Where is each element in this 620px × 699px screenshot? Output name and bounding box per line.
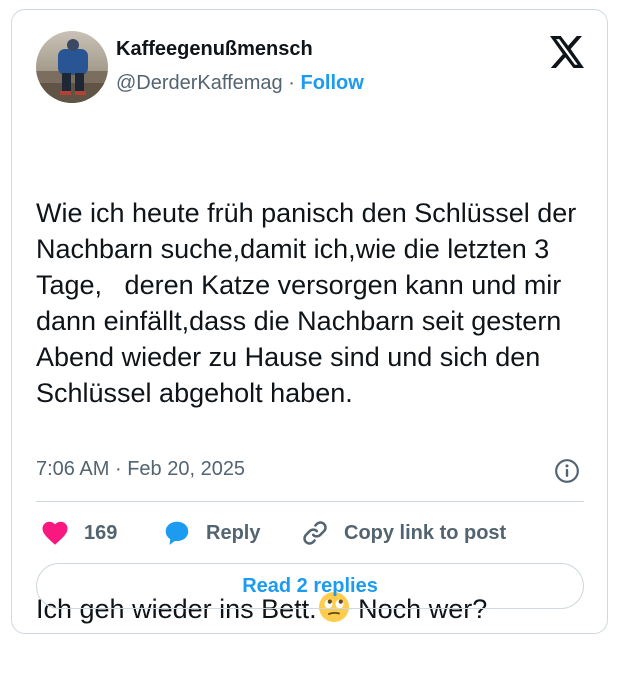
copy-link-button[interactable]: Copy link to post <box>300 516 506 550</box>
divider <box>36 501 584 502</box>
tweet-card: Kaffeegenußmensch @DerderKaffemag · Foll… <box>11 9 608 634</box>
avatar[interactable] <box>36 31 108 103</box>
avatar-photo <box>36 31 108 103</box>
tweet-paragraph: Wie ich heute früh panisch den Schlüssel… <box>36 198 584 408</box>
heart-icon <box>42 521 68 545</box>
link-icon <box>303 521 327 545</box>
reply-label: Reply <box>206 521 261 544</box>
tweet-time[interactable]: 7:06 AM <box>36 458 109 480</box>
reply-button[interactable]: Reply <box>162 516 260 550</box>
like-button[interactable]: 169 <box>40 516 117 550</box>
tweet-date[interactable]: Feb 20, 2025 <box>127 458 245 480</box>
meta-separator: · <box>114 458 122 480</box>
info-icon[interactable] <box>554 458 580 484</box>
author-handle-row: @DerderKaffemag · Follow <box>116 71 364 95</box>
tweet-text: Wie ich heute früh panisch den Schlüssel… <box>36 123 596 699</box>
read-replies-label: Read 2 replies <box>242 574 378 597</box>
tweet-meta: 7:06 AM · Feb 20, 2025 <box>36 457 245 481</box>
author-handle[interactable]: @DerderKaffemag <box>116 72 283 94</box>
x-logo-icon[interactable] <box>550 36 584 68</box>
reply-bubble-icon <box>165 521 189 545</box>
copy-link-label: Copy link to post <box>344 521 507 544</box>
handle-separator: · <box>288 72 295 94</box>
read-replies-button[interactable]: Read 2 replies <box>36 563 584 609</box>
author-display-name[interactable]: Kaffeegenußmensch <box>116 37 313 61</box>
action-bar: 169 Reply Copy link to post <box>36 516 584 550</box>
follow-button[interactable]: Follow <box>300 72 363 94</box>
like-count: 169 <box>84 521 118 544</box>
